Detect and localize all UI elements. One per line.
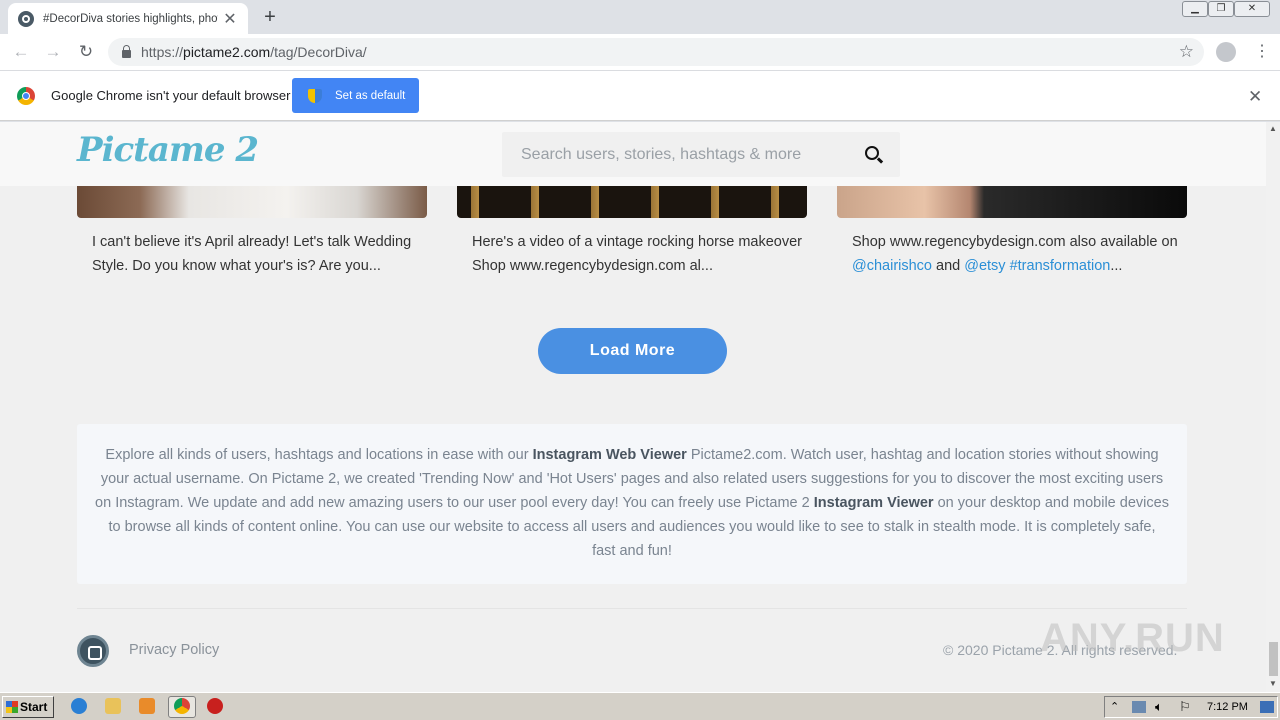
about-section: Explore all kinds of users, hashtags and… bbox=[77, 424, 1187, 584]
close-window-button[interactable]: ✕ bbox=[1234, 1, 1270, 17]
about-bold-text: Instagram Web Viewer bbox=[532, 447, 687, 463]
show-desktop-icon[interactable] bbox=[1260, 701, 1274, 713]
browser-toolbar: ← → ↻ https://pictame2.com/tag/DecorDiva… bbox=[0, 34, 1280, 71]
scroll-up-icon[interactable]: ▲ bbox=[1269, 124, 1277, 133]
bookmark-star-icon[interactable]: ☆ bbox=[1179, 42, 1194, 62]
close-tab-icon[interactable]: ✕ bbox=[222, 9, 238, 29]
taskbar-clock: 7:12 PM bbox=[1207, 701, 1248, 713]
url-text: https://pictame2.com/tag/DecorDiva/ bbox=[141, 44, 367, 60]
reload-icon[interactable]: ↻ bbox=[75, 41, 97, 63]
page-scrollbar[interactable]: ▲ ▼ bbox=[1266, 122, 1280, 692]
site-logo[interactable]: Pictame 2 bbox=[77, 130, 259, 170]
file-explorer-icon[interactable] bbox=[105, 698, 121, 714]
post-caption[interactable]: I can't believe it's April already! Let'… bbox=[92, 230, 422, 278]
internet-explorer-icon[interactable] bbox=[71, 698, 87, 714]
restore-window-button[interactable]: ❐ bbox=[1208, 1, 1234, 17]
search-input[interactable] bbox=[502, 132, 842, 177]
search-box bbox=[502, 132, 900, 177]
url-domain: pictame2.com bbox=[183, 44, 271, 60]
about-bold-text: Instagram Viewer bbox=[813, 495, 934, 511]
post-image[interactable] bbox=[837, 186, 1187, 218]
uac-shield-icon bbox=[308, 88, 322, 103]
site-header: Pictame 2 bbox=[0, 122, 1266, 186]
post-image[interactable] bbox=[457, 186, 807, 218]
mention-link[interactable]: @chairishco bbox=[852, 258, 932, 274]
default-browser-infobar: Google Chrome isn't your default browser… bbox=[0, 71, 1280, 121]
back-arrow-icon[interactable]: ← bbox=[10, 41, 32, 63]
address-bar[interactable]: https://pictame2.com/tag/DecorDiva/ ☆ bbox=[108, 38, 1204, 66]
start-button[interactable]: Start bbox=[2, 696, 54, 718]
tray-expand-icon[interactable]: ⌃ bbox=[1110, 700, 1119, 713]
post-image[interactable] bbox=[77, 186, 427, 218]
minimize-window-button[interactable]: ▁ bbox=[1182, 1, 1208, 17]
url-path: /tag/DecorDiva/ bbox=[270, 44, 367, 60]
search-icon[interactable] bbox=[865, 146, 879, 160]
action-center-flag-icon[interactable]: ⚐ bbox=[1179, 699, 1191, 715]
scrollbar-thumb[interactable] bbox=[1269, 642, 1278, 676]
load-more-button[interactable]: Load More bbox=[538, 328, 727, 374]
network-icon[interactable] bbox=[1132, 701, 1146, 713]
new-tab-button[interactable]: + bbox=[260, 6, 280, 28]
lock-icon bbox=[122, 45, 131, 58]
chrome-icon bbox=[174, 698, 190, 714]
anyrun-watermark: ANY.RUN bbox=[1040, 616, 1225, 660]
privacy-policy-link[interactable]: Privacy Policy bbox=[129, 642, 219, 658]
windows-taskbar: Start ⌃ 🔈︎ ⚐ 7:12 PM bbox=[0, 692, 1280, 720]
browser-tab[interactable]: #DecorDiva stories highlights, photos ✕ bbox=[8, 3, 248, 34]
site-favicon-icon bbox=[18, 10, 34, 27]
close-infobar-icon[interactable]: ✕ bbox=[1248, 87, 1262, 107]
tab-title: #DecorDiva stories highlights, photos bbox=[43, 12, 218, 25]
post-caption[interactable]: Here's a video of a vintage rocking hors… bbox=[472, 230, 802, 278]
infobar-message: Google Chrome isn't your default browser bbox=[51, 88, 291, 103]
caption-text: Shop www.regencybydesign.com also availa… bbox=[852, 234, 1178, 250]
stop-sign-icon[interactable] bbox=[207, 698, 223, 714]
scroll-down-icon[interactable]: ▼ bbox=[1269, 679, 1277, 688]
profile-avatar-icon[interactable] bbox=[1216, 42, 1236, 62]
hashtag-link[interactable]: #transformation bbox=[1010, 258, 1111, 274]
system-tray: ⌃ 🔈︎ ⚐ bbox=[1104, 696, 1278, 718]
url-prefix: https:// bbox=[141, 44, 184, 60]
set-as-default-button[interactable]: Set as default bbox=[292, 78, 419, 113]
forward-arrow-icon[interactable]: → bbox=[42, 41, 64, 63]
volume-icon[interactable]: 🔈︎ bbox=[1155, 699, 1163, 715]
media-player-icon[interactable] bbox=[139, 698, 155, 714]
caption-ellipsis: ... bbox=[1110, 258, 1123, 274]
tab-strip: #DecorDiva stories highlights, photos ✕ … bbox=[0, 0, 1280, 34]
caption-text: and bbox=[932, 258, 965, 274]
instagram-logo-icon bbox=[77, 635, 109, 667]
about-text: Explore all kinds of users, hashtags and… bbox=[105, 447, 533, 463]
chrome-logo-icon bbox=[17, 87, 35, 105]
footer-divider bbox=[77, 608, 1187, 609]
page-viewport: Pictame 2 I can't believe it's April alr… bbox=[0, 122, 1266, 692]
set-as-default-label: Set as default bbox=[335, 89, 406, 102]
mention-link[interactable]: @etsy bbox=[964, 258, 1005, 274]
kebab-menu-icon[interactable]: ⋮ bbox=[1254, 42, 1270, 62]
post-caption[interactable]: Shop www.regencybydesign.com also availa… bbox=[852, 230, 1182, 278]
